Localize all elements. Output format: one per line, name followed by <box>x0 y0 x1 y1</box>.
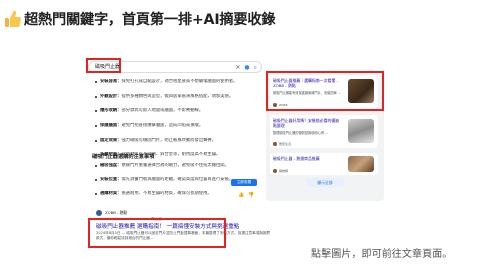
thumbs-up-feedback-icon[interactable]: 👍 <box>238 192 244 198</box>
thumbs-up-icon <box>5 10 21 27</box>
thumbs-down-feedback-icon[interactable]: 👎 <box>248 192 254 198</box>
list-item: 保護牆面：避免門把直接撞擊牆面，造成凹陷或損壞。 <box>94 123 266 135</box>
list-item: 磁吸強度：依據門片重量選擇合適的磁力，避免吸不住或太難拉開。 <box>94 163 266 175</box>
source-card-source: 購物網 <box>273 169 288 173</box>
list-item: 固定效果：強力磁吸可穩固門片，防止被風吹動而發出聲響。 <box>94 138 266 150</box>
source-card[interactable]: 磁吸門止器 - 熱銷商品推薦 購物網 <box>270 153 378 175</box>
site-favicon-icon <box>96 210 102 216</box>
search-result-screenshot[interactable]: 磁吸門止器 ✕ ● ⌕ 安裝容易：採免打孔或自黏設計，適合租屋族或不想破壞牆面的… <box>86 55 391 250</box>
highlight-box-query <box>86 58 121 73</box>
source-thumbnail[interactable] <box>348 119 374 143</box>
search-icon[interactable]: ⌕ <box>254 63 257 72</box>
source-card[interactable]: 磁吸門止器好用嗎？安裝前必看的優缺點整理 整理磁吸門止器的優缺點與使用心得 ..… <box>270 115 378 148</box>
source-favicon-icon <box>273 142 277 146</box>
list-item: 隱形收納：部分款式可嵌入地面或牆面，不影響動線。 <box>94 108 266 120</box>
highlight-box-result <box>88 218 226 248</box>
search-bar-icons: ✕ ● ⌕ <box>235 63 257 72</box>
list-item: 安裝容易：採免打孔或自黏設計，適合租屋族或不想破壞牆面的使用者。 <box>94 79 266 91</box>
source-card-snippet: 整理磁吸門止器的優缺點與使用心得 ... <box>273 131 329 135</box>
show-all-button[interactable]: 顯示全部 <box>306 178 344 187</box>
mic-icon[interactable]: ● <box>244 63 249 72</box>
show-more-tag[interactable]: 立即查看 <box>231 179 257 186</box>
source-card-title[interactable]: 磁吸門止器好用嗎？安裝前必看的優缺點整理 <box>273 118 343 129</box>
highlight-box-source-card <box>266 71 384 111</box>
source-favicon-icon <box>273 169 277 173</box>
list-item: 外觀設計：提供多種顏色與造型，能與居家裝潢風格搭配，增加美感。 <box>94 94 266 106</box>
ai-overview-sources-panel: 磁吸門止器推薦｜選購指南一次看懂 - ZOBB - 熱點 磁吸門止器能有效保護牆… <box>266 71 384 201</box>
source-card-source: 居家生活 <box>273 142 291 146</box>
slide-header: 超熱門關鍵字，首頁第一排+AI摘要收錄 <box>4 7 276 31</box>
organic-result[interactable]: ZOBB - 熱點 https://www.zobb.com.tw › 門止器 … <box>88 208 278 248</box>
footer-note: 點擊圖片，即可前往文章頁面。 <box>311 249 453 260</box>
ai-overview-subheading: 磁吸門止器選購的注意事項 <box>92 154 155 160</box>
slide-title: 超熱門關鍵字，首頁第一排+AI摘要收錄 <box>24 12 276 28</box>
source-card-title[interactable]: 磁吸門止器 - 熱銷商品推薦 <box>273 156 343 161</box>
clear-icon[interactable]: ✕ <box>235 63 240 72</box>
slide: 超熱門關鍵字，首頁第一排+AI摘要收錄 磁吸門止器 ✕ ● ⌕ 安裝容易：採免打… <box>0 0 480 270</box>
source-thumbnail[interactable] <box>348 156 374 172</box>
feedback-icons: 👍 👎 <box>238 192 254 198</box>
